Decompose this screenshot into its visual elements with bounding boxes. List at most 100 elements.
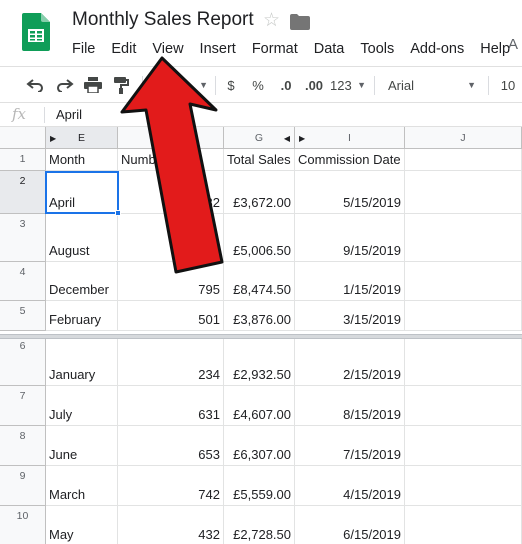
cell-empty[interactable] — [405, 301, 522, 331]
cell-commission-date[interactable]: 8/15/2019 — [295, 386, 405, 426]
cell-commission-date[interactable]: 1/15/2019 — [295, 262, 405, 301]
column-header-e[interactable]: ▶ E — [46, 127, 118, 149]
cell-units-sold[interactable]: 795 — [118, 262, 224, 301]
column-header-g[interactable]: G ◀ — [224, 127, 295, 149]
row-header[interactable]: 5 — [0, 301, 46, 331]
cell-units-sold[interactable]: 653 — [118, 426, 224, 466]
header-cell-commission-date[interactable]: Commission Date — [295, 149, 405, 171]
cell-units-sold[interactable]: 742 — [118, 466, 224, 506]
star-icon[interactable]: ☆ — [263, 10, 280, 32]
zoom-select[interactable]: 10 ▼ — [148, 74, 212, 96]
document-title[interactable]: Monthly Sales Report — [72, 9, 254, 31]
undo-icon[interactable] — [22, 74, 48, 96]
sheets-logo-icon[interactable] — [22, 13, 50, 51]
frozen-rows-divider[interactable] — [0, 334, 522, 339]
last-edit-indicator[interactable]: A — [508, 36, 518, 53]
cell-month[interactable]: July — [46, 386, 118, 426]
menu-format[interactable]: Format — [244, 38, 306, 59]
cell-units-sold[interactable]: 432 — [118, 506, 224, 544]
cell-commission-date[interactable]: 5/15/2019 — [295, 171, 405, 214]
cell-total-sales[interactable]: £3,876.00 — [224, 301, 295, 331]
cell-empty[interactable] — [405, 171, 522, 214]
cell-month[interactable]: March — [46, 466, 118, 506]
decrease-decimals-button[interactable]: .0 — [274, 74, 298, 96]
cell-units-sold[interactable]: 489 — [118, 214, 224, 262]
cell-total-sales[interactable]: £3,672.00 — [224, 171, 295, 214]
cell-commission-date[interactable]: 3/15/2019 — [295, 301, 405, 331]
caret-right-icon: ▶ — [299, 134, 306, 143]
menu-view[interactable]: View — [144, 38, 191, 59]
font-select[interactable]: Arial ▼ — [382, 74, 480, 96]
column-header-j[interactable]: J — [405, 127, 522, 149]
redo-icon[interactable] — [52, 74, 78, 96]
column-header-i[interactable]: ▶ I — [295, 127, 405, 149]
menu-file[interactable]: File — [64, 38, 103, 59]
cell-month[interactable]: January — [46, 336, 118, 386]
menu-data[interactable]: Data — [306, 38, 353, 59]
row-header[interactable]: 4 — [0, 262, 46, 301]
fill-handle[interactable] — [115, 210, 121, 216]
row-header[interactable]: 1 — [0, 149, 46, 171]
cell-commission-date[interactable]: 9/15/2019 — [295, 214, 405, 262]
row-header[interactable]: 8 — [0, 426, 46, 466]
more-formats-button[interactable]: 123 ▼ — [330, 74, 366, 96]
cell-empty[interactable] — [405, 466, 522, 506]
cell-total-sales[interactable]: £2,728.50 — [224, 506, 295, 544]
row-header[interactable]: 9 — [0, 466, 46, 506]
row-header[interactable]: 10 — [0, 506, 46, 544]
folder-icon[interactable] — [290, 14, 310, 30]
cell-month[interactable]: May — [46, 506, 118, 544]
cell-total-sales[interactable]: £4,607.00 — [224, 386, 295, 426]
cell-commission-date[interactable]: 6/15/2019 — [295, 506, 405, 544]
header-cell-total-sales[interactable]: Total Sales — [224, 149, 295, 171]
menu-tools[interactable]: Tools — [352, 38, 402, 59]
cell-total-sales[interactable]: £5,559.00 — [224, 466, 295, 506]
cell-month[interactable]: June — [46, 426, 118, 466]
print-icon[interactable] — [80, 74, 106, 96]
cell-empty[interactable] — [405, 506, 522, 544]
cell-units-sold[interactable]: 501 — [118, 301, 224, 331]
header-cell-empty[interactable] — [405, 149, 522, 171]
cell-total-sales[interactable]: £2,932.50 — [224, 336, 295, 386]
cell-commission-date[interactable]: 4/15/2019 — [295, 466, 405, 506]
cell-empty[interactable] — [405, 426, 522, 466]
formula-input[interactable]: April — [56, 107, 82, 122]
cell-empty[interactable] — [405, 262, 522, 301]
column-header-f[interactable]: F — [118, 127, 224, 149]
cell-commission-date[interactable]: 7/15/2019 — [295, 426, 405, 466]
more-formats-label: 123 — [330, 77, 352, 93]
row-header[interactable]: 3 — [0, 214, 46, 262]
cell-total-sales[interactable]: £5,006.50 — [224, 214, 295, 262]
cell-month[interactable]: February — [46, 301, 118, 331]
cell-month[interactable]: August — [46, 214, 118, 262]
header-cell-month[interactable]: Month — [46, 149, 118, 171]
increase-decimals-button[interactable]: .00 — [300, 74, 328, 96]
cell-commission-date[interactable]: 2/15/2019 — [295, 336, 405, 386]
toolbar: 10 ▼ $ % .0 .00 123 ▼ Arial ▼ 10 — [0, 66, 522, 103]
menu-add-ons[interactable]: Add-ons — [402, 38, 472, 59]
percent-format-button[interactable]: % — [248, 74, 268, 96]
select-all-corner[interactable] — [0, 127, 46, 149]
font-size-select[interactable]: 10 — [496, 74, 520, 96]
cell-month[interactable]: April — [46, 171, 118, 214]
cell-empty[interactable] — [405, 336, 522, 386]
cell-total-sales[interactable]: £8,474.50 — [224, 262, 295, 301]
cell-empty[interactable] — [405, 214, 522, 262]
menu-insert[interactable]: Insert — [192, 38, 244, 59]
cell-units-sold[interactable]: 234 — [118, 336, 224, 386]
toolbar-divider — [215, 76, 216, 95]
cell-units-sold[interactable]: 432 — [118, 171, 224, 214]
menu-edit[interactable]: Edit — [103, 38, 144, 59]
row-header[interactable]: 7 — [0, 386, 46, 426]
cell-units-sold[interactable]: 631 — [118, 386, 224, 426]
currency-format-button[interactable]: $ — [222, 74, 240, 96]
cell-month[interactable]: December — [46, 262, 118, 301]
cell-total-sales[interactable]: £6,307.00 — [224, 426, 295, 466]
cell-empty[interactable] — [405, 386, 522, 426]
row-header[interactable]: 6 — [0, 336, 46, 386]
header-cell-units-sold[interactable]: Number of Sa — [118, 149, 224, 171]
column-letter: J — [460, 131, 466, 144]
paint-format-icon[interactable] — [108, 74, 134, 96]
row-header[interactable]: 2 — [0, 171, 46, 214]
title-bar: Monthly Sales Report ☆ File Edit View Inser… — [0, 0, 522, 66]
